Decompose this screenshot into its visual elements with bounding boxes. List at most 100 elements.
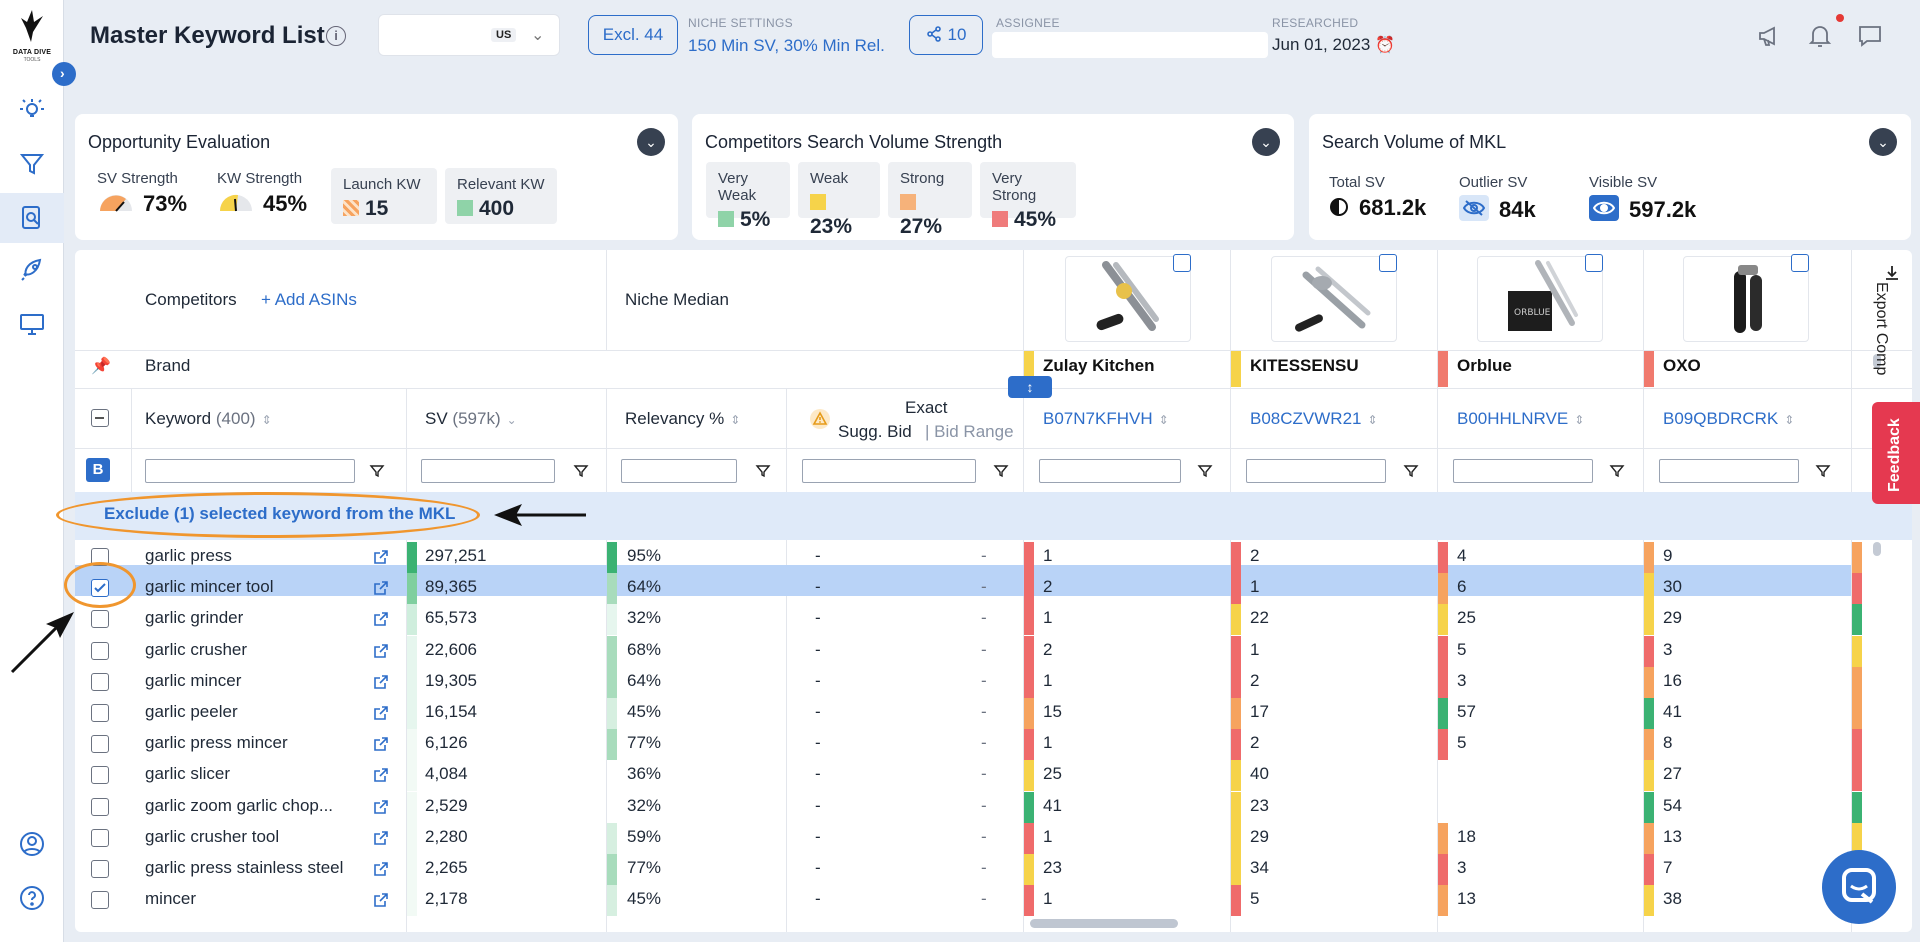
funnel-icon[interactable] [1609,463,1625,479]
external-link-icon[interactable] [373,643,389,659]
external-link-icon[interactable] [373,830,389,846]
filter-icon[interactable] [18,150,46,178]
funnel-icon[interactable] [993,463,1009,479]
horizontal-scrollbar[interactable] [1030,919,1178,928]
pin-icon[interactable]: 📌 [91,356,111,376]
very-weak-stat[interactable]: Very Weak 5% [706,162,790,231]
external-link-icon[interactable] [373,705,389,721]
funnel-icon[interactable] [1815,463,1831,479]
funnel-icon[interactable] [1403,463,1419,479]
external-link-icon[interactable] [373,767,389,783]
share-button[interactable]: 10 [909,15,983,55]
chevron-down-icon[interactable]: ⌄ [637,128,665,156]
keyword-column-header[interactable]: Keyword (400) ⇕ [145,409,272,429]
row-checkbox[interactable] [91,891,109,909]
competitor-filter-input[interactable] [1659,459,1799,483]
funnel-icon[interactable] [1197,463,1213,479]
external-link-icon[interactable] [373,799,389,815]
relevancy-filter-input[interactable] [621,459,737,483]
keyword-search-icon[interactable] [18,204,46,232]
competitor-checkbox[interactable] [1585,254,1603,272]
niche-settings-value[interactable]: 150 Min SV, 30% Min Rel. [688,36,885,56]
chevron-down-icon[interactable]: ⌄ [507,413,517,427]
assignee-input[interactable] [992,32,1268,58]
external-link-icon[interactable] [373,549,389,565]
megaphone-icon[interactable] [1756,22,1784,50]
expand-rail-button[interactable]: › [52,62,76,86]
sort-icon[interactable]: ⇕ [1159,413,1169,427]
column-resize-handle[interactable]: ↕ [1008,376,1052,398]
external-link-icon[interactable] [373,861,389,877]
sv-column-header[interactable]: SV (597k) ⌄ [425,409,517,429]
row-checkbox[interactable] [91,766,109,784]
chat-bubble-icon[interactable] [1856,22,1884,50]
vertical-scrollbar[interactable] [1873,542,1881,556]
keyword-filter-input[interactable] [145,459,355,483]
external-link-icon[interactable] [373,611,389,627]
help-icon[interactable] [18,884,46,912]
bell-icon[interactable] [1806,22,1834,50]
launch-kw[interactable]: Launch KW 15 [331,168,437,224]
external-link-icon[interactable] [373,580,389,596]
page-title: Master Keyword List [90,22,325,49]
sort-icon[interactable]: ⇕ [1367,413,1377,427]
monitor-icon[interactable] [18,310,46,338]
row-checkbox[interactable] [91,642,109,660]
sort-icon[interactable]: ⇕ [262,413,272,427]
external-link-icon[interactable] [373,736,389,752]
competitor-filter-input[interactable] [1039,459,1181,483]
rocket-icon[interactable] [18,256,46,284]
feedback-tab[interactable]: Feedback [1872,402,1920,504]
chevron-down-icon[interactable]: ⌄ [1252,128,1280,156]
row-checkbox[interactable] [91,610,109,628]
funnel-icon[interactable] [369,463,385,479]
eye-icon[interactable] [1589,195,1619,221]
marketplace-select[interactable]: US ⌄ [378,14,560,56]
feedback-label: Feedback [1886,418,1903,492]
competitor-asin-link[interactable]: B00HHLNRVE ⇕ [1457,409,1584,429]
relevant-kw[interactable]: Relevant KW 400 [445,168,557,224]
competitor-checkbox[interactable] [1379,254,1397,272]
excluded-keywords-button[interactable]: Excl. 44 [588,15,678,55]
row-checkbox[interactable] [91,829,109,847]
filter-badge[interactable]: B [86,458,110,482]
competitor-filter-input[interactable] [1453,459,1593,483]
external-link-icon[interactable] [373,674,389,690]
strong-stat[interactable]: Strong 27% [888,162,972,238]
very-strong-stat[interactable]: Very Strong 45% [980,162,1076,231]
row-checkbox[interactable] [91,704,109,722]
user-icon[interactable] [18,830,46,858]
competitor-filter-input[interactable] [1246,459,1386,483]
row-checkbox[interactable] [91,735,109,753]
sv-filter-input[interactable] [421,459,555,483]
funnel-icon[interactable] [755,463,771,479]
row-checkbox[interactable] [91,860,109,878]
export-comp-tab[interactable]: Export Comp [1873,262,1912,402]
row-checkbox[interactable] [91,673,109,691]
bid-filter-input[interactable] [802,459,976,483]
competitor-checkbox[interactable] [1173,254,1191,272]
weak-stat[interactable]: Weak 23% [798,162,880,238]
relevancy-column-header[interactable]: Relevancy % ⇕ [625,409,740,429]
competitor-asin-link[interactable]: B09QBDRCRK ⇕ [1663,409,1794,429]
select-all-checkbox[interactable] [91,409,109,427]
chat-button[interactable] [1822,850,1896,924]
alarm-clock-icon[interactable]: ⏰ [1375,37,1395,54]
sort-icon[interactable]: ⇕ [1574,413,1584,427]
sort-icon[interactable]: ⇕ [1784,413,1794,427]
app-logo[interactable]: DATA DIVE TOOLS [6,8,58,64]
row-checkbox[interactable] [91,798,109,816]
external-link-icon[interactable] [373,892,389,908]
add-asins-link[interactable]: + Add ASINs [261,290,357,310]
competitor-asin-link[interactable]: B08CZVWR21 ⇕ [1250,409,1378,429]
competitor-checkbox[interactable] [1791,254,1809,272]
chevron-down-icon[interactable]: ⌄ [1869,128,1897,156]
lightbulb-icon[interactable] [18,96,46,124]
sort-icon[interactable]: ⇕ [730,413,740,427]
funnel-icon[interactable] [573,463,589,479]
eye-off-icon[interactable] [1459,195,1489,221]
info-icon[interactable]: i [326,26,346,46]
outlier-sv-value: 84k [1499,197,1536,222]
warning-icon[interactable] [809,408,831,430]
competitor-asin-link[interactable]: B07N7KFHVH ⇕ [1043,409,1169,429]
